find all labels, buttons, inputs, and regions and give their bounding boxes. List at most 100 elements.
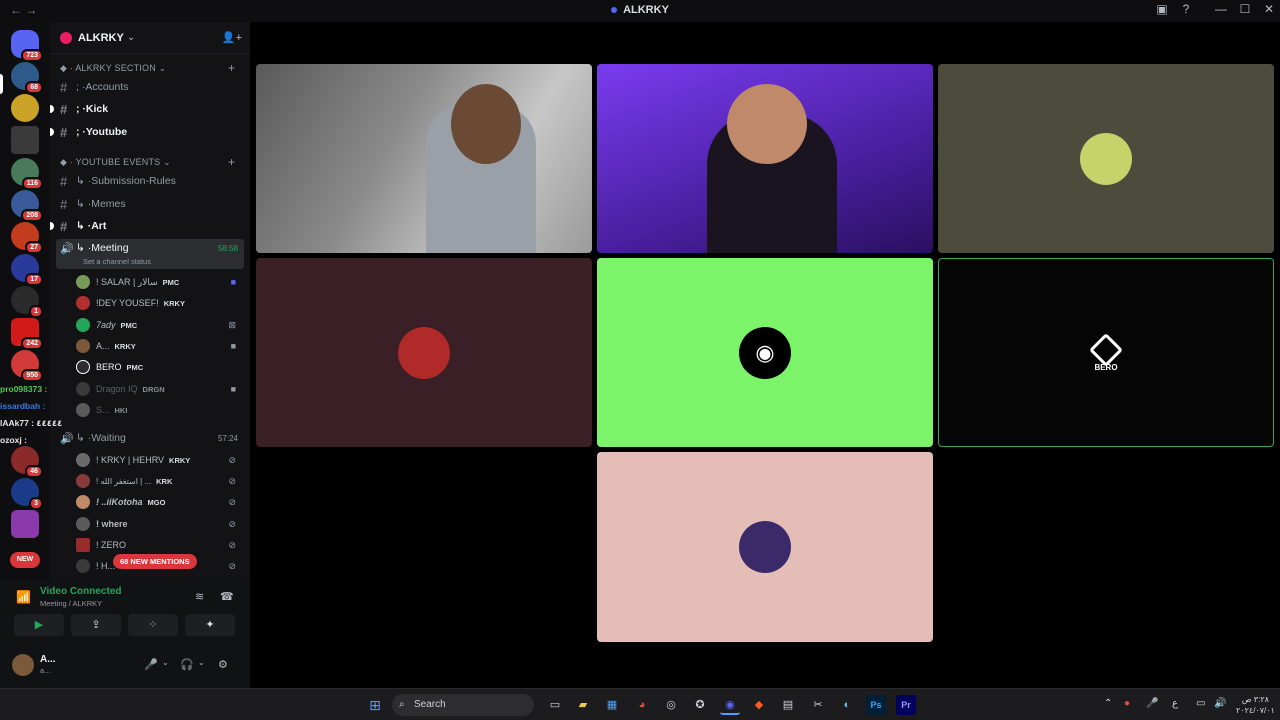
voice-user[interactable]: 7ady PMC ⊠ <box>76 315 244 335</box>
voice-user[interactable]: ! SALAR | سالار PMC ■ <box>76 272 244 292</box>
app-icon[interactable]: ◎ <box>661 695 681 715</box>
notes-icon[interactable]: ▤ <box>778 695 798 715</box>
store-icon[interactable]: ▦ <box>602 695 622 715</box>
tray-mic-icon[interactable]: 🎤 <box>1146 698 1158 709</box>
soundboard-button[interactable]: ✦ <box>185 614 235 636</box>
voice-user[interactable]: ! ..iiKotoha MGO ⊘ <box>76 492 244 512</box>
video-tile-avatar[interactable] <box>597 452 933 642</box>
channel-art[interactable]: # ↳ · Art <box>50 216 244 236</box>
server-icon[interactable] <box>11 94 39 122</box>
video-tile-camera[interactable] <box>597 64 933 253</box>
server-icon[interactable]: 3 <box>11 478 43 510</box>
voice-user[interactable]: A... KRKY ■ <box>76 336 244 356</box>
video-tile-avatar[interactable] <box>938 64 1274 253</box>
voice-channel-meeting[interactable]: 🔊 ↳ · Meeting 58:58 Set a channel status <box>56 239 244 269</box>
invite-icon[interactable]: 👤+ <box>222 31 242 44</box>
help-icon[interactable]: ? <box>1175 2 1197 16</box>
video-tile-camera[interactable] <box>256 64 592 253</box>
steam-icon[interactable]: ✪ <box>690 695 710 715</box>
server-icon[interactable]: 68 <box>11 62 43 94</box>
screen-share-icon: ■ <box>230 277 236 287</box>
deafened-icon: ⊘ <box>228 539 236 550</box>
server-icon[interactable]: 116 <box>11 158 43 190</box>
voice-user[interactable]: ! استغفر الله | ... KRK ⊘ <box>76 471 244 491</box>
voice-user[interactable]: S... HKI <box>76 400 244 420</box>
new-servers-pill[interactable]: NEW <box>10 552 40 568</box>
server-icon[interactable]: 27 <box>11 222 43 254</box>
taskbar-clock[interactable]: ٣:٢٨ ص ٢٠٢٤/٠٧/٠١ <box>1236 694 1275 716</box>
start-icon[interactable]: ⊞ <box>365 695 385 715</box>
server-icon[interactable]: 17 <box>11 254 43 286</box>
app-icon[interactable]: ✂ <box>808 695 828 715</box>
video-tile-avatar[interactable] <box>256 258 592 447</box>
voice-user[interactable]: ! KRKY | HEHRV KRKY ⊘ <box>76 450 244 470</box>
category-alkrky-section[interactable]: ◆ · ALKRKY SECTION ⌄ + <box>60 61 235 75</box>
chevron-down-icon[interactable]: ⌄ <box>198 658 205 667</box>
deafened-icon: ⊘ <box>228 560 236 571</box>
premiere-icon[interactable]: Pr <box>896 695 916 715</box>
file-explorer-icon[interactable]: ▰ <box>573 695 593 715</box>
camera-button[interactable]: ▶ <box>14 614 64 636</box>
voice-user[interactable]: Dragon IQ DRGN ■ <box>76 379 244 399</box>
avatar <box>76 517 90 531</box>
noise-suppression-icon[interactable]: ≋ <box>195 590 204 603</box>
direct-messages-icon[interactable]: 723 <box>11 30 43 62</box>
inbox-icon[interactable]: ▣ <box>1151 2 1173 16</box>
steam-client-icon[interactable]: ◐ <box>837 695 857 715</box>
minimize-button[interactable]: — <box>1210 2 1232 16</box>
voice-user[interactable]: !DEY YOUSEF! KRKY <box>76 293 244 313</box>
server-icon[interactable] <box>11 126 39 154</box>
microphone-icon[interactable]: 🎤 <box>144 658 158 671</box>
forward-icon[interactable]: → <box>25 3 37 17</box>
category-youtube-events[interactable]: ◆ · YOUTUBE EVENTS ⌄ + <box>60 155 235 169</box>
voice-user[interactable]: ! where ⊘ <box>76 514 244 534</box>
channel-youtube[interactable]: #; · Youtube <box>50 122 244 142</box>
avatar <box>76 275 90 289</box>
server-icon[interactable] <box>11 510 39 538</box>
user-area[interactable]: A... a... 🎤 ⌄ 🎧 ⌄ ⚙ <box>12 652 242 680</box>
server-icon[interactable]: 208 <box>11 190 43 222</box>
close-button[interactable]: ✕ <box>1258 2 1280 16</box>
task-view-icon[interactable]: ▭ <box>545 695 565 715</box>
username: ! where <box>96 519 128 529</box>
channel-status[interactable]: Set a channel status <box>83 257 151 266</box>
chrome-icon[interactable]: ◕ <box>632 695 652 715</box>
add-channel-icon[interactable]: + <box>228 155 235 169</box>
share-screen-button[interactable]: ⇪ <box>71 614 121 636</box>
headphones-icon[interactable]: 🎧 <box>180 658 194 671</box>
video-tile-avatar[interactable]: ◉ <box>597 258 933 447</box>
server-icon[interactable]: 950 <box>11 350 43 382</box>
server-icon[interactable]: 242 <box>11 318 43 350</box>
voice-location[interactable]: Meeting / ALKRKY <box>40 599 102 608</box>
taskbar-search[interactable]: ⌕ Search <box>392 694 534 716</box>
brave-icon[interactable]: ◆ <box>749 695 769 715</box>
maximize-button[interactable]: ☐ <box>1234 2 1256 16</box>
add-channel-icon[interactable]: + <box>228 61 235 75</box>
settings-gear-icon[interactable]: ⚙ <box>218 658 228 671</box>
nav-arrows[interactable]: ← → <box>10 3 37 17</box>
server-icon[interactable]: 1 <box>11 286 43 318</box>
video-tile-speaking[interactable]: BERO <box>938 258 1274 447</box>
tray-language[interactable]: ع <box>1172 698 1178 709</box>
overlay-chat-line: issardbah : <box>0 401 46 411</box>
channel-memes[interactable]: # ↳ · Memes <box>56 194 244 214</box>
tray-overflow-icon[interactable]: ⌃ <box>1104 698 1112 709</box>
disconnect-icon[interactable]: ☎ <box>220 590 234 603</box>
chevron-down-icon[interactable]: ⌄ <box>162 658 169 667</box>
channel-submission-rules[interactable]: # ↳ · Submission-Rules <box>56 171 244 191</box>
overlay-chat-line: lAAk77 : ٤٤٤٤٤ <box>0 418 63 428</box>
channel-kick[interactable]: #; · Kick <box>50 99 244 119</box>
tray-app-icon[interactable]: ● <box>1124 698 1130 709</box>
activities-button[interactable]: ⁘ <box>128 614 178 636</box>
discord-taskbar-icon[interactable]: ◉ <box>720 695 740 715</box>
voice-connection-status[interactable]: Video Connected <box>40 586 122 597</box>
photoshop-icon[interactable]: Ps <box>866 695 886 715</box>
server-header[interactable]: ALKRKY ⌄ 👤+ <box>50 22 250 54</box>
voice-user[interactable]: ! ZERO ⊘ <box>76 535 244 555</box>
wifi-icon[interactable]: ▭ <box>1196 698 1205 709</box>
volume-icon[interactable]: 🔊 <box>1214 698 1226 709</box>
new-mentions-pill[interactable]: 68 NEW MENTIONS <box>113 554 197 569</box>
channel-accounts[interactable]: #; · Accounts <box>56 77 244 97</box>
back-icon[interactable]: ← <box>10 3 22 17</box>
voice-user[interactable]: BERO PMC <box>76 357 244 377</box>
